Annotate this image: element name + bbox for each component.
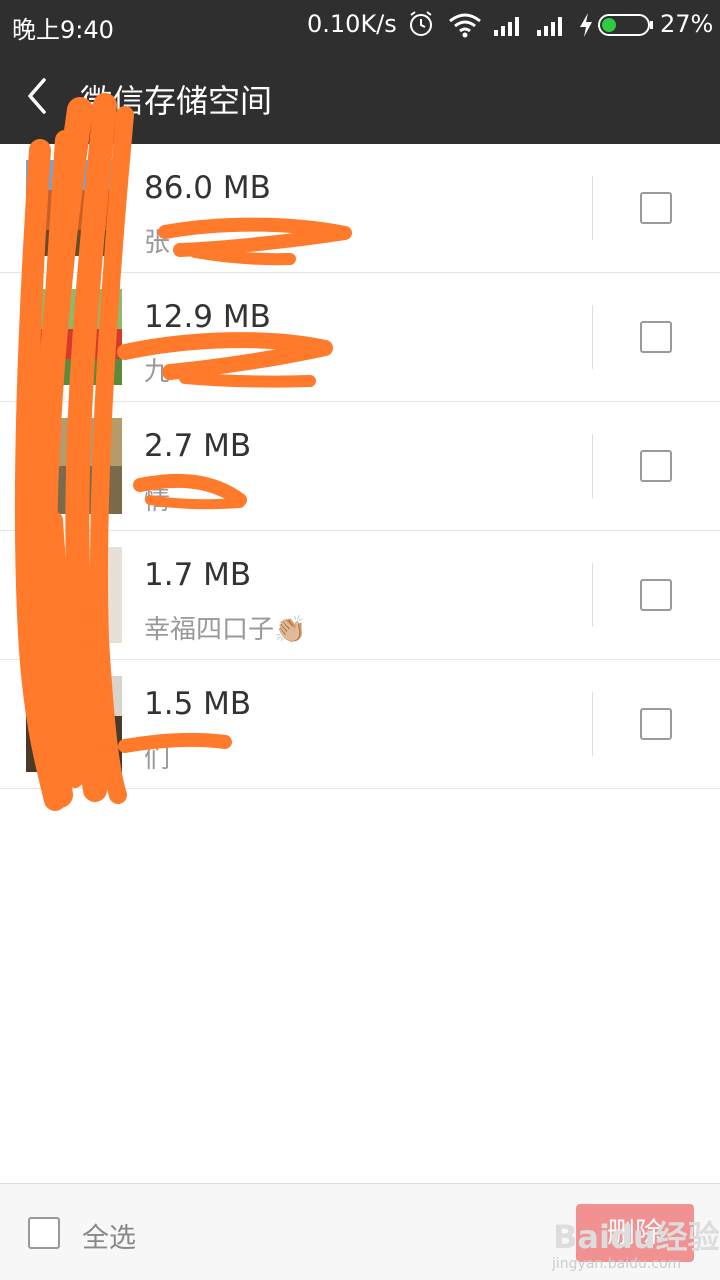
item-size: 2.7 MB [144, 428, 252, 464]
chevron-left-icon[interactable] [22, 76, 52, 116]
item-name: 九 [144, 357, 171, 387]
list-item[interactable]: 12.9 MB 九 [0, 273, 720, 402]
chat-thumbnail [26, 676, 122, 772]
item-size: 12.9 MB [144, 299, 271, 335]
watermark-url: jingyan.baidu.com [552, 1256, 682, 1272]
list-item[interactable]: 86.0 MB 张 [0, 144, 720, 273]
item-size: 1.7 MB [144, 557, 252, 593]
status-time: 晚上9:40 [12, 16, 114, 44]
item-name: 幸福四口子👏🏼 [144, 615, 307, 645]
wifi-icon [449, 13, 481, 38]
status-bar: 晚上9:40 0.10K/s 27% [0, 0, 720, 50]
divider [592, 434, 593, 498]
storage-list: 86.0 MB 张 12.9 MB 九 2.7 MB 情 1.7 MB 幸福四口… [0, 144, 720, 789]
item-checkbox[interactable] [640, 450, 672, 482]
item-size: 1.5 MB [144, 686, 252, 722]
item-checkbox[interactable] [640, 321, 672, 353]
watermark: Baidu经验 [553, 1218, 720, 1256]
item-checkbox[interactable] [640, 708, 672, 740]
divider [592, 563, 593, 627]
item-size: 86.0 MB [144, 170, 271, 206]
page-title: 微信存储空间 [80, 82, 273, 120]
network-speed: 0.10K/s [307, 10, 397, 38]
battery-icon [598, 14, 653, 36]
list-item[interactable]: 2.7 MB 情 [0, 402, 720, 531]
signal-icon [537, 17, 562, 36]
item-name: 情 [144, 486, 171, 516]
list-item[interactable]: 1.5 MB 们 [0, 660, 720, 789]
top-bar: 晚上9:40 0.10K/s 27% 微信存储空间 [0, 0, 720, 144]
chat-thumbnail [26, 418, 122, 514]
app-header: 微信存储空间 [0, 50, 720, 144]
chat-thumbnail [26, 160, 122, 256]
chat-thumbnail [26, 289, 122, 385]
list-item[interactable]: 1.7 MB 幸福四口子👏🏼 [0, 531, 720, 660]
battery-percent: 27% [660, 10, 714, 38]
item-name: 们 [144, 744, 171, 774]
divider [592, 305, 593, 369]
charging-icon [580, 13, 592, 37]
divider [592, 176, 593, 240]
select-all-label[interactable]: 全选 [82, 1216, 136, 1255]
item-name: 张 [144, 228, 171, 258]
divider [592, 692, 593, 756]
item-checkbox[interactable] [640, 579, 672, 611]
chat-thumbnail [26, 547, 122, 643]
alarm-icon [410, 11, 432, 36]
signal-icon [494, 17, 519, 36]
select-all-checkbox[interactable] [28, 1217, 60, 1249]
item-checkbox[interactable] [640, 192, 672, 224]
